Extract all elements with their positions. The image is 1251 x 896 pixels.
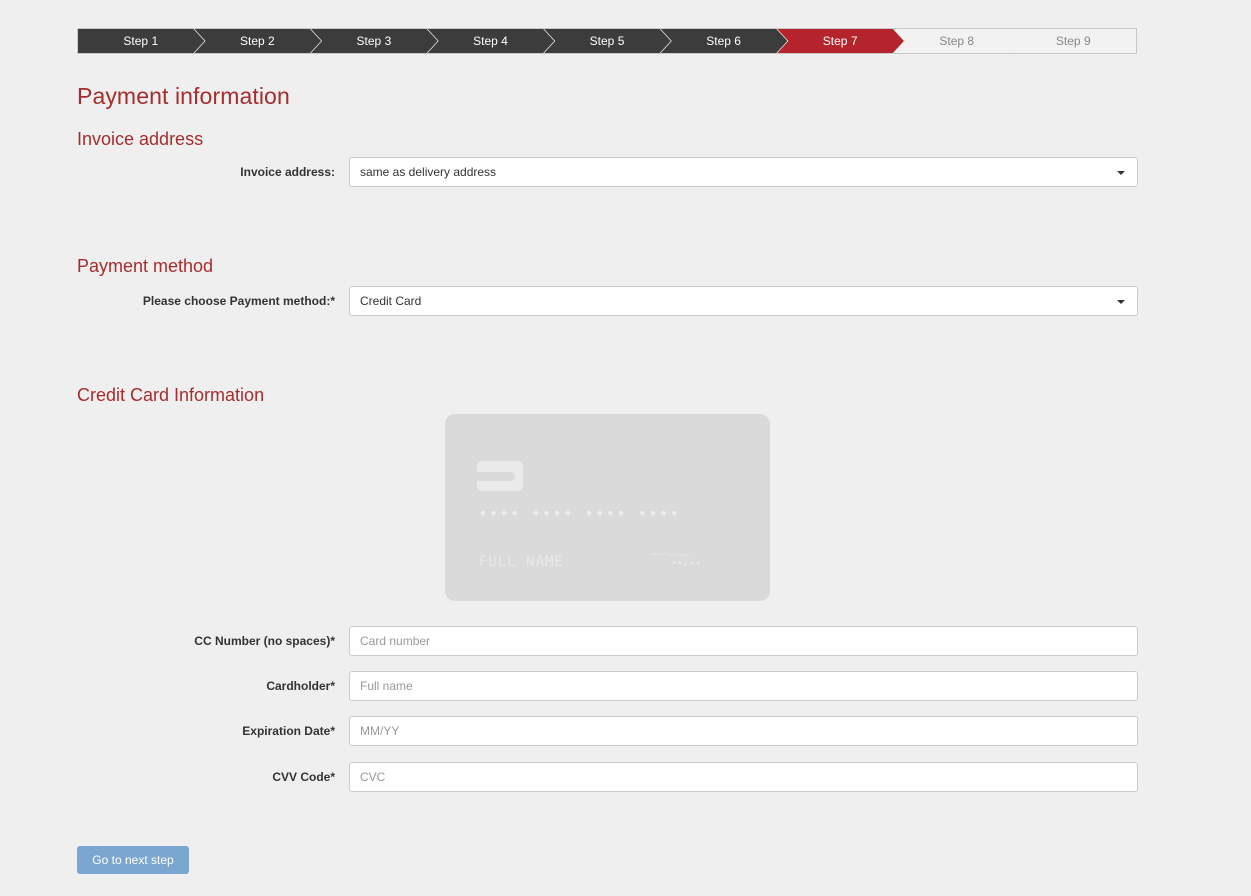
invoice-address-row: Invoice address: same as delivery addres… xyxy=(0,156,1251,188)
invoice-address-select[interactable]: same as delivery address xyxy=(349,157,1138,187)
card-number-preview: •••• •••• •••• •••• xyxy=(478,504,681,523)
step-6: Step 6 xyxy=(660,28,788,54)
payment-method-heading: Payment method xyxy=(77,256,214,276)
step-7: Step 7 xyxy=(776,28,904,54)
expiration-label: Expiration Date* xyxy=(242,724,335,738)
step-label: Step 8 xyxy=(939,34,975,48)
card-valid-thru: valid thru xyxy=(651,551,668,556)
step-9: Step 9 xyxy=(1009,28,1138,54)
payment-method-select[interactable]: Credit Card xyxy=(349,286,1138,316)
step-label: Step 9 xyxy=(1055,34,1091,48)
step-5: Step 5 xyxy=(543,28,671,54)
step-label: Step 6 xyxy=(706,34,741,48)
card-name-preview: FULL NAME xyxy=(479,554,564,570)
invoice-address-heading: Invoice address xyxy=(77,129,204,149)
invoice-address-label: Invoice address: xyxy=(240,165,335,179)
cc-number-row: CC Number (no spaces)* xyxy=(0,625,1251,657)
cardholder-row: Cardholder* xyxy=(0,670,1251,702)
expiration-input[interactable] xyxy=(349,716,1138,746)
card-month-year: month/year xyxy=(669,552,690,557)
step-1: Step 1 xyxy=(77,28,205,54)
credit-card-preview: •••• •••• •••• •••• FULL NAME valid thru… xyxy=(445,414,770,601)
cc-number-label: CC Number (no spaces)* xyxy=(194,634,335,648)
cvv-label: CVV Code* xyxy=(272,770,335,784)
payment-method-row: Please choose Payment method:* Credit Ca… xyxy=(0,285,1251,317)
step-3: Step 3 xyxy=(310,28,438,54)
cvv-row: CVV Code* xyxy=(0,761,1251,793)
step-progress-bar: Step 1 Step 2 Step 3 Step 4 Step 5 Step … xyxy=(77,28,1138,54)
caret-down-icon xyxy=(1117,171,1125,175)
step-2: Step 2 xyxy=(194,28,322,54)
expiration-row: Expiration Date* xyxy=(0,715,1251,747)
cardholder-input[interactable] xyxy=(349,671,1138,701)
step-4: Step 4 xyxy=(427,28,555,54)
step-label: Step 4 xyxy=(473,34,508,48)
card-chip-icon xyxy=(477,461,523,491)
cc-number-input[interactable] xyxy=(349,626,1138,656)
step-label: Step 3 xyxy=(356,34,392,48)
payment-method-value: Credit Card xyxy=(360,294,422,308)
payment-method-label: Please choose Payment method:* xyxy=(142,294,335,308)
credit-card-heading: Credit Card Information xyxy=(77,385,265,405)
cardholder-label: Cardholder* xyxy=(266,679,335,693)
page-title: Payment information xyxy=(77,83,290,109)
invoice-address-value: same as delivery address xyxy=(360,165,497,179)
step-8: Step 8 xyxy=(893,28,1021,54)
card-expiry-preview: ••/•• xyxy=(671,558,702,569)
caret-down-icon xyxy=(1117,300,1125,304)
step-label: Step 5 xyxy=(589,34,625,48)
next-step-button[interactable]: Go to next step xyxy=(77,846,189,874)
step-label: Step 2 xyxy=(239,34,275,48)
cvv-input[interactable] xyxy=(349,762,1138,792)
step-label: Step 1 xyxy=(123,34,159,48)
step-label: Step 7 xyxy=(822,34,858,48)
